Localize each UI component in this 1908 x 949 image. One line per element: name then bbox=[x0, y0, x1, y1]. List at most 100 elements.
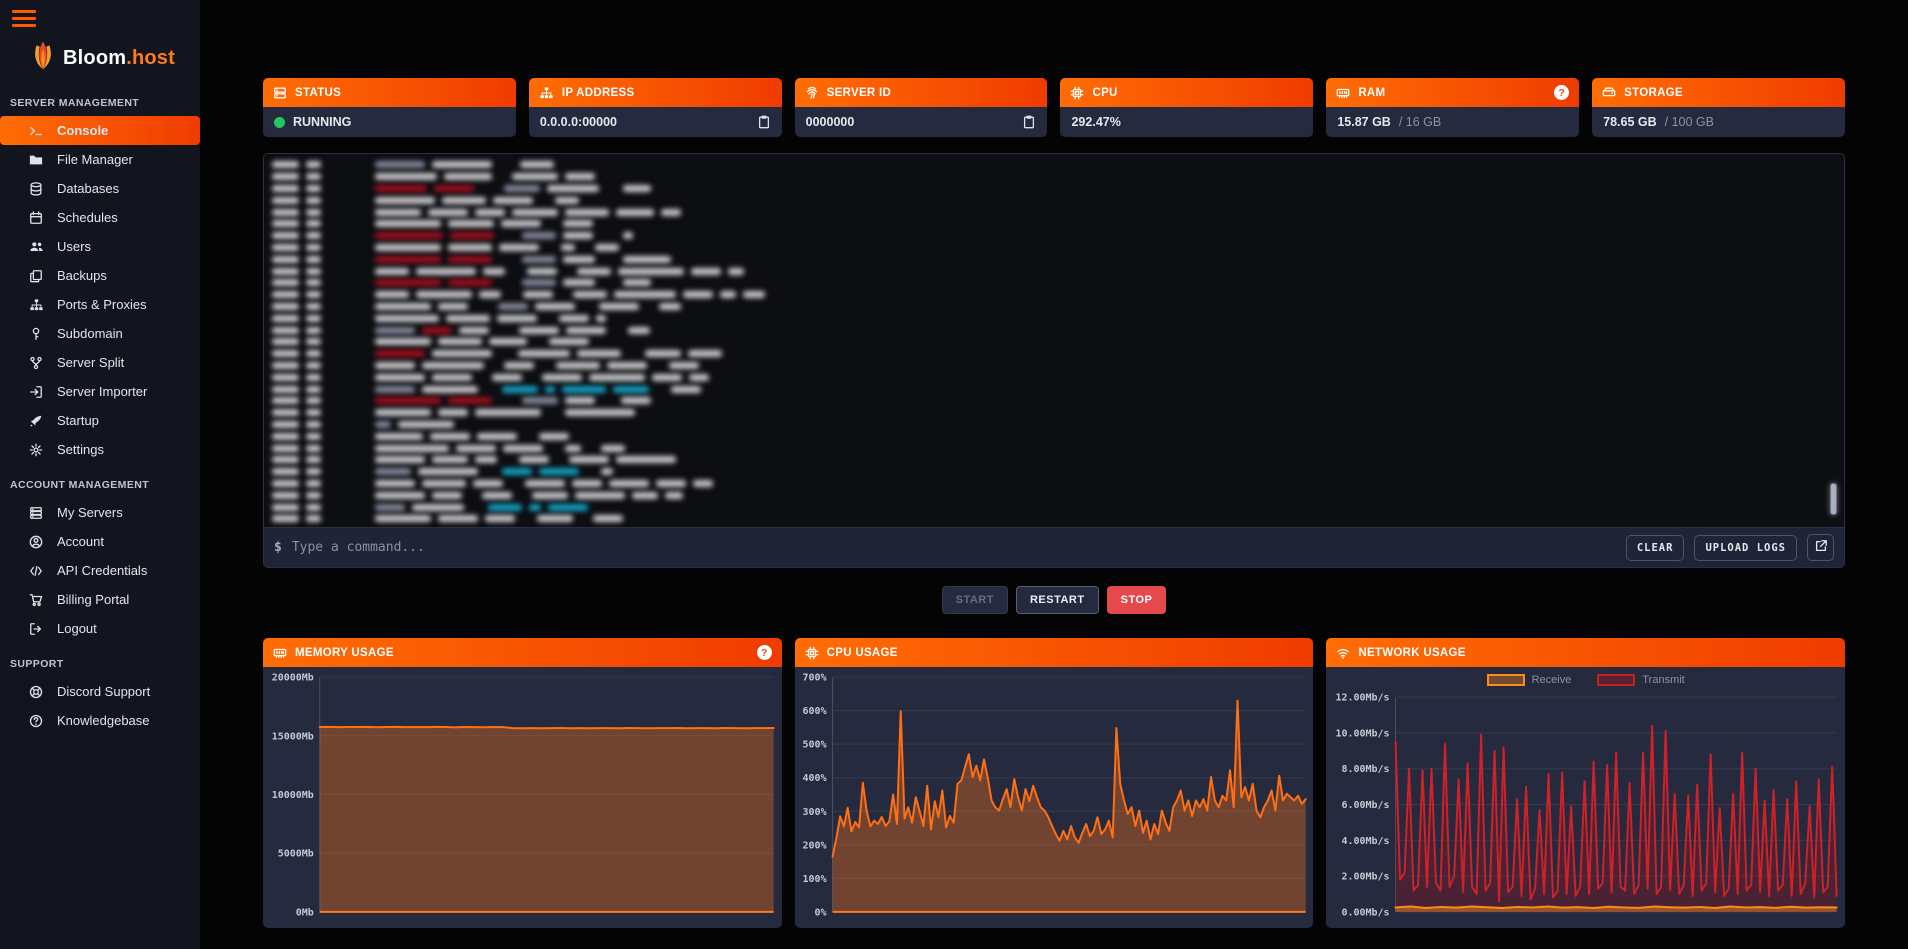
sidebar-item-label: Console bbox=[57, 123, 108, 138]
sidebar-nav: SERVER MANAGEMENTConsoleFile ManagerData… bbox=[0, 82, 200, 735]
stat-card-title: CPU bbox=[1092, 87, 1117, 99]
database-icon bbox=[28, 182, 44, 196]
sidebar-item-label: API Credentials bbox=[57, 563, 147, 578]
stat-card-title: STORAGE bbox=[1624, 87, 1683, 99]
stat-card-header: RAM? bbox=[1326, 78, 1579, 107]
svg-text:12.00Mb/s: 12.00Mb/s bbox=[1336, 693, 1390, 704]
chart-card-memory-usage: MEMORY USAGE?20000Mb15000Mb10000Mb5000Mb… bbox=[263, 638, 782, 928]
sidebar-item-console[interactable]: Console bbox=[0, 116, 200, 145]
sidebar-item-api-credentials[interactable]: API Credentials bbox=[0, 556, 200, 585]
wifi-icon bbox=[1336, 646, 1350, 660]
log-line bbox=[272, 336, 1834, 348]
sidebar-item-label: Subdomain bbox=[57, 326, 123, 341]
sidebar-item-label: Settings bbox=[57, 442, 104, 457]
sidebar-item-discord-support[interactable]: Discord Support bbox=[0, 677, 200, 706]
svg-text:200%: 200% bbox=[802, 840, 826, 851]
svg-text:0Mb: 0Mb bbox=[296, 907, 314, 918]
sidebar-item-databases[interactable]: Databases bbox=[0, 174, 200, 203]
log-line bbox=[272, 194, 1834, 206]
sidebar-item-startup[interactable]: Startup bbox=[0, 406, 200, 435]
sidebar-item-knowledgebase[interactable]: Knowledgebase bbox=[0, 706, 200, 735]
help-icon[interactable]: ? bbox=[1554, 85, 1569, 100]
clear-button[interactable]: CLEAR bbox=[1626, 535, 1685, 561]
sidebar-item-logout[interactable]: Logout bbox=[0, 614, 200, 643]
clipboard-icon[interactable] bbox=[757, 115, 771, 129]
command-input[interactable] bbox=[292, 540, 1616, 555]
console-scrollbar-thumb[interactable] bbox=[1830, 483, 1837, 515]
stat-card-header: CPU bbox=[1060, 78, 1313, 107]
log-line bbox=[272, 395, 1834, 407]
log-line bbox=[272, 478, 1834, 490]
sidebar-item-subdomain[interactable]: Subdomain bbox=[0, 319, 200, 348]
power-controls: START RESTART STOP bbox=[263, 586, 1845, 614]
stat-value: 78.65 GB bbox=[1603, 115, 1657, 129]
sidebar-item-server-split[interactable]: Server Split bbox=[0, 348, 200, 377]
sidebar-item-users[interactable]: Users bbox=[0, 232, 200, 261]
start-button[interactable]: START bbox=[942, 586, 1008, 614]
log-line bbox=[272, 371, 1834, 383]
sidebar-item-my-servers[interactable]: My Servers bbox=[0, 498, 200, 527]
log-line bbox=[272, 171, 1834, 183]
console-output[interactable] bbox=[264, 154, 1844, 527]
chart-card-network-usage: NETWORK USAGEReceiveTransmit12.00Mb/s10.… bbox=[1326, 638, 1845, 928]
stat-value: 0.0.0.0:00000 bbox=[540, 115, 617, 129]
stat-card-storage: STORAGE 78.65 GB / 100 GB bbox=[1592, 78, 1845, 137]
svg-text:6.00Mb/s: 6.00Mb/s bbox=[1342, 800, 1390, 811]
stat-value-max: / 100 GB bbox=[1665, 115, 1714, 129]
sidebar-item-label: Discord Support bbox=[57, 684, 150, 699]
sidebar-item-label: Schedules bbox=[57, 210, 118, 225]
chart-body: 700%600%500%400%300%200%100%0% bbox=[795, 667, 1314, 928]
sidebar: Bloom.host SERVER MANAGEMENTConsoleFile … bbox=[0, 0, 200, 949]
expand-console-button[interactable] bbox=[1807, 534, 1834, 561]
command-bar: $ CLEAR UPLOAD LOGS bbox=[264, 527, 1844, 567]
legend-item-transmit: Transmit bbox=[1597, 674, 1684, 686]
stat-card-body: 0.0.0.0:00000 bbox=[529, 107, 782, 137]
sidebar-item-backups[interactable]: Backups bbox=[0, 261, 200, 290]
hamburger-menu-icon[interactable] bbox=[12, 10, 36, 27]
gear-icon bbox=[28, 443, 44, 457]
sidebar-item-account[interactable]: Account bbox=[0, 527, 200, 556]
upload-logs-button[interactable]: UPLOAD LOGS bbox=[1694, 535, 1797, 561]
sidebar-item-label: Account bbox=[57, 534, 104, 549]
sidebar-item-label: Backups bbox=[57, 268, 107, 283]
log-line bbox=[272, 159, 1834, 171]
stat-card-ram: RAM?15.87 GB / 16 GB bbox=[1326, 78, 1579, 137]
sidebar-item-settings[interactable]: Settings bbox=[0, 435, 200, 464]
clipboard-icon[interactable] bbox=[1022, 115, 1036, 129]
log-line bbox=[272, 513, 1834, 525]
log-line bbox=[272, 183, 1834, 195]
statusbars-icon bbox=[273, 86, 287, 100]
restart-button[interactable]: RESTART bbox=[1016, 586, 1099, 614]
chart-card-header: CPU USAGE bbox=[795, 638, 1314, 667]
sidebar-item-label: File Manager bbox=[57, 152, 133, 167]
sidebar-item-ports-proxies[interactable]: Ports & Proxies bbox=[0, 290, 200, 319]
sidebar-item-server-importer[interactable]: Server Importer bbox=[0, 377, 200, 406]
copy-icon bbox=[28, 269, 44, 283]
log-line bbox=[272, 242, 1834, 254]
sidebar-item-label: Databases bbox=[57, 181, 119, 196]
sidebar-item-label: Logout bbox=[57, 621, 97, 636]
sidebar-item-schedules[interactable]: Schedules bbox=[0, 203, 200, 232]
bloom-logo[interactable]: Bloom.host bbox=[30, 41, 200, 76]
prompt-symbol: $ bbox=[274, 540, 282, 555]
sidebar-item-file-manager[interactable]: File Manager bbox=[0, 145, 200, 174]
help-icon[interactable]: ? bbox=[757, 645, 772, 660]
chart-card-header: MEMORY USAGE? bbox=[263, 638, 782, 667]
stat-value: RUNNING bbox=[293, 115, 351, 129]
stat-card-status: STATUSRUNNING bbox=[263, 78, 516, 137]
svg-text:2.00Mb/s: 2.00Mb/s bbox=[1342, 872, 1390, 883]
chart-card-header: NETWORK USAGE bbox=[1326, 638, 1845, 667]
charts-row: MEMORY USAGE?20000Mb15000Mb10000Mb5000Mb… bbox=[263, 638, 1845, 928]
stat-card-header: STORAGE bbox=[1592, 78, 1845, 107]
sitemap-icon bbox=[539, 86, 554, 100]
chip-icon bbox=[1070, 86, 1084, 100]
chip-icon bbox=[805, 646, 819, 660]
stop-button[interactable]: STOP bbox=[1107, 586, 1167, 614]
log-line bbox=[272, 454, 1834, 466]
log-line bbox=[272, 407, 1834, 419]
stat-card-title: RAM bbox=[1358, 87, 1385, 99]
sidebar-item-label: My Servers bbox=[57, 505, 123, 520]
stat-card-title: IP ADDRESS bbox=[562, 87, 635, 99]
sidebar-item-billing-portal[interactable]: Billing Portal bbox=[0, 585, 200, 614]
stat-card-server-id: SERVER ID0000000 bbox=[795, 78, 1048, 137]
